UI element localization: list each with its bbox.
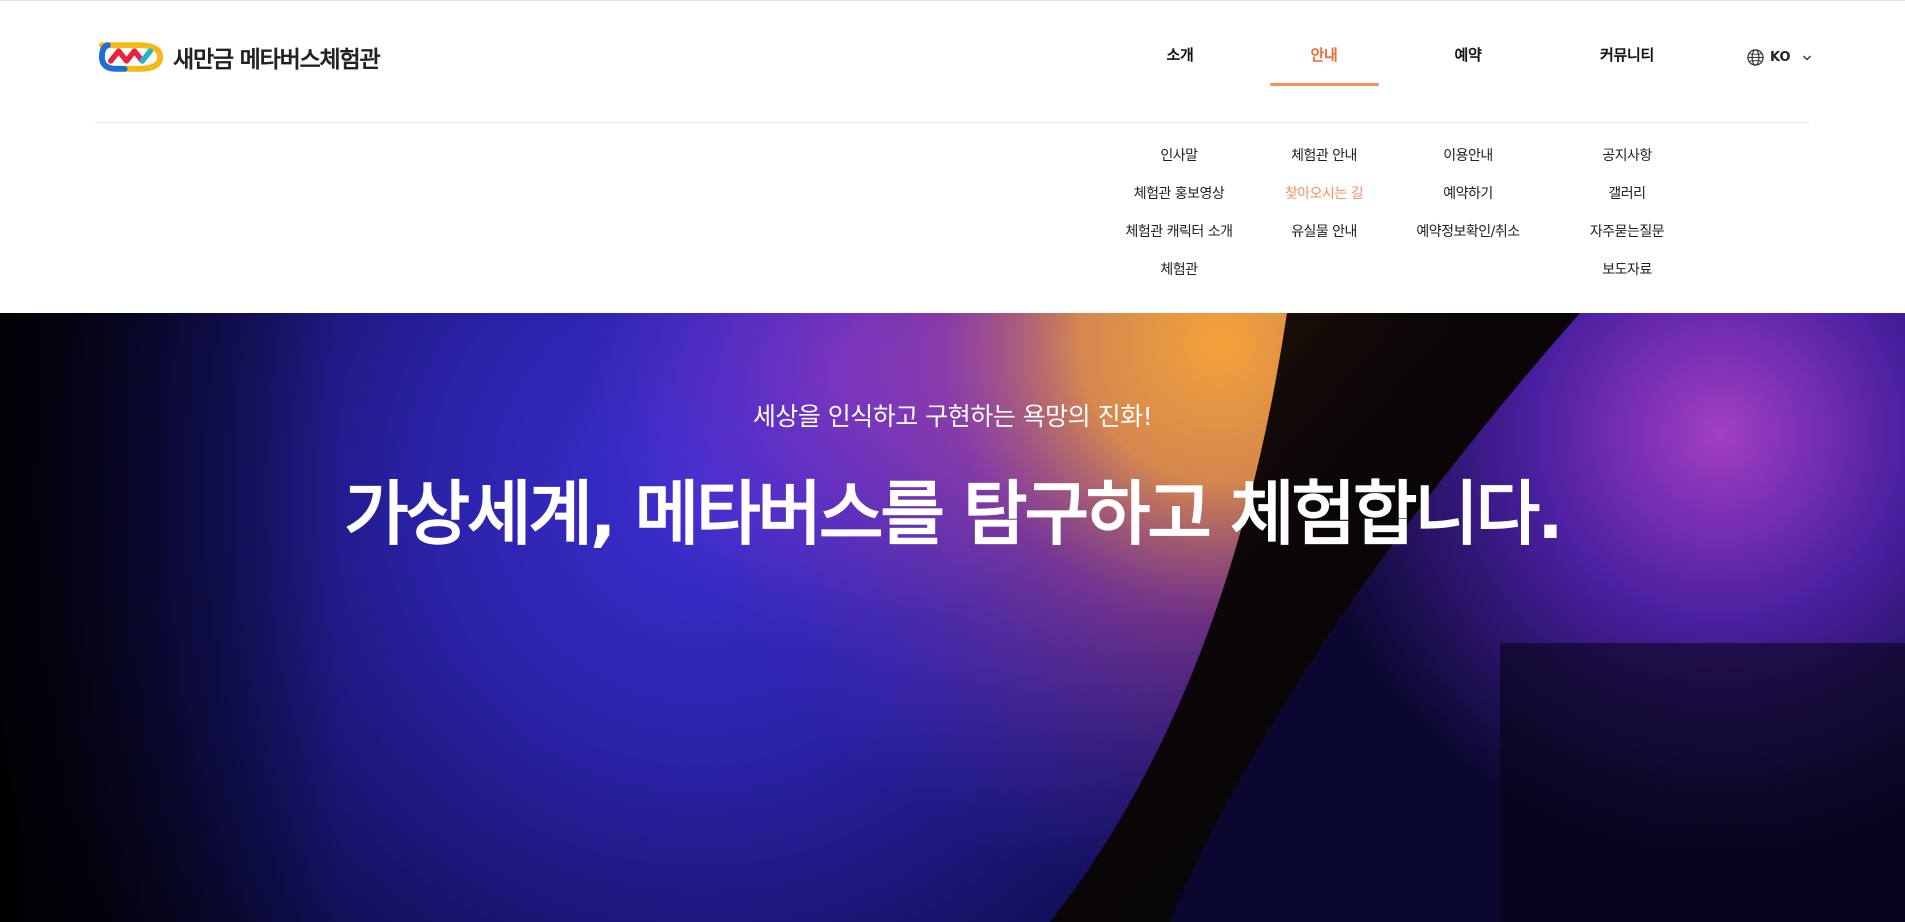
submenu-item-usage-guide[interactable]: 이용안내 (1388, 144, 1548, 182)
submenu-item-press[interactable]: 보도자료 (1547, 258, 1707, 296)
submenu-column-guide: 체험관 안내 찾아오시는 길 유실물 안내 (1244, 144, 1404, 258)
chevron-down-icon (1802, 55, 1811, 60)
logo-icon (98, 42, 164, 72)
gnb-item-intro[interactable]: 소개 (1120, 44, 1240, 65)
site-logo[interactable]: 새만금 메타버스체험관 (95, 37, 381, 77)
submenu-column-intro: 인사말 체험관 홍보영상 체험관 캐릭터 소개 체험관 (1099, 144, 1259, 296)
gnb-active-indicator (1270, 83, 1379, 86)
submenu-item-promo-video[interactable]: 체험관 홍보영상 (1099, 182, 1259, 220)
submenu-item-lost-found[interactable]: 유실물 안내 (1244, 220, 1404, 258)
submenu-item-character[interactable]: 체험관 캐릭터 소개 (1099, 220, 1259, 258)
gnb-item-community[interactable]: 커뮤니티 (1567, 44, 1687, 65)
submenu-column-reservation: 이용안내 예약하기 예약정보확인/취소 (1388, 144, 1548, 258)
hero-title: 가상세계, 메타버스를 탐구하고 체험합니다. (344, 473, 1564, 555)
submenu-item-check-cancel[interactable]: 예약정보확인/취소 (1388, 220, 1548, 258)
hero-banner: 세상을 인식하고 구현하는 욕망의 진화! 가상세계, 메타버스를 탐구하고 체… (0, 313, 1905, 922)
hero-subtitle: 세상을 인식하고 구현하는 욕망의 진화! (752, 402, 1153, 431)
header-divider (95, 122, 1810, 123)
language-label: KO (1770, 50, 1791, 65)
submenu-item-directions[interactable]: 찾아오시는 길 (1244, 182, 1404, 220)
submenu-item-faq[interactable]: 자주묻는질문 (1547, 220, 1707, 258)
language-selector[interactable]: KO (1746, 48, 1812, 67)
globe-icon (1747, 49, 1764, 66)
gnb-item-reservation[interactable]: 예약 (1408, 44, 1528, 65)
logo-text: 새만금 메타버스체험관 (173, 47, 381, 73)
submenu-item-experience-hall[interactable]: 체험관 (1099, 258, 1259, 296)
site-header: 새만금 메타버스체험관 소개 안내 예약 커뮤니티 KO 인사말 체험관 홍보영… (0, 0, 1905, 313)
submenu-item-gallery[interactable]: 갤러리 (1547, 182, 1707, 220)
submenu-item-book[interactable]: 예약하기 (1388, 182, 1548, 220)
submenu-item-notice[interactable]: 공지사항 (1547, 144, 1707, 182)
submenu-item-hall-guide[interactable]: 체험관 안내 (1244, 144, 1404, 182)
submenu-column-community: 공지사항 갤러리 자주묻는질문 보도자료 (1547, 144, 1707, 296)
submenu-item-greeting[interactable]: 인사말 (1099, 144, 1259, 182)
gnb-item-guide[interactable]: 안내 (1264, 44, 1384, 65)
